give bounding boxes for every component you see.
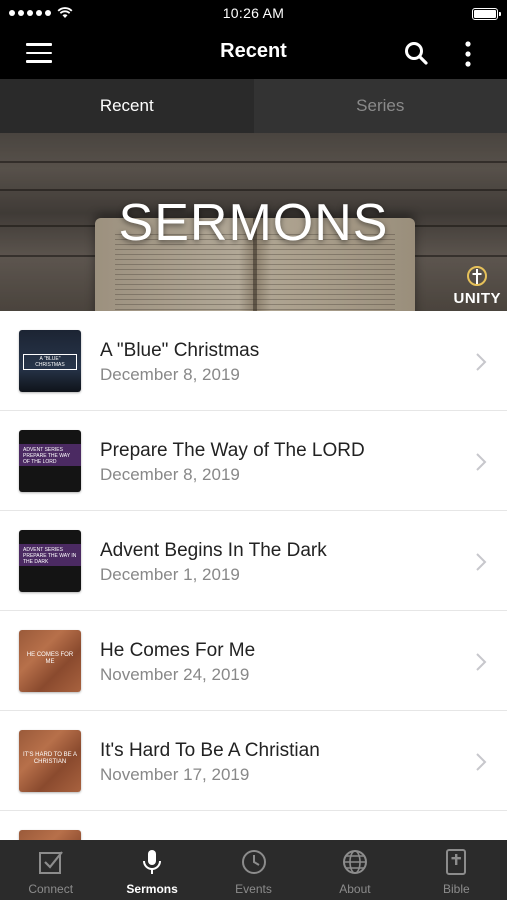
sermon-thumbnail: A "BLUE" CHRISTMAS: [19, 330, 81, 392]
thumbnail-text: HE COMES FOR ME: [26, 652, 74, 665]
sermon-date: November 24, 2019: [100, 665, 250, 684]
checkbox-icon: [38, 851, 63, 874]
sermon-title: It's Hard To Be A Christian: [100, 740, 320, 761]
sermon-thumbnail: ADVENT SERIES PREPARE THE WAY IN THE DAR…: [19, 530, 81, 592]
search-icon[interactable]: [403, 40, 429, 66]
list-item[interactable]: HE COMES FOR ME He Comes For Me November…: [0, 611, 507, 711]
cross-logo-icon: [467, 266, 488, 286]
nav-bar: Recent: [0, 27, 507, 79]
sermon-thumbnail: [19, 830, 81, 840]
clock-icon: [241, 850, 266, 874]
list-item[interactable]: [0, 811, 507, 840]
sermon-date: December 8, 2019: [100, 365, 240, 384]
tab-recent[interactable]: Recent: [0, 79, 254, 133]
tab-sermons-label: Sermons: [126, 882, 178, 896]
thumbnail-text: ADVENT SERIES PREPARE THE WAY OF THE LOR…: [23, 447, 70, 465]
list-item[interactable]: A "BLUE" CHRISTMAS A "Blue" Christmas De…: [0, 311, 507, 411]
chevron-right-icon: [476, 353, 487, 371]
tab-bible[interactable]: Bible: [406, 840, 507, 900]
more-vertical-icon[interactable]: [459, 40, 477, 68]
sermon-date: November 17, 2019: [100, 765, 250, 784]
tab-connect-label: Connect: [28, 882, 74, 896]
segment-tabs: Recent Series: [0, 79, 507, 133]
tab-about-label: About: [339, 882, 371, 896]
tab-connect[interactable]: Connect: [0, 840, 101, 900]
sermon-thumbnail: IT'S HARD TO BE A CHRISTIAN: [19, 730, 81, 792]
banner-title: SERMONS: [118, 194, 389, 252]
sermon-date: December 1, 2019: [100, 565, 240, 584]
chevron-right-icon: [476, 553, 487, 571]
sermon-title: Advent Begins In The Dark: [100, 540, 327, 561]
unity-logo-text: UNITY: [453, 290, 501, 307]
battery-icon: [472, 8, 501, 20]
sermon-thumbnail: HE COMES FOR ME: [19, 630, 81, 692]
tab-sermons[interactable]: Sermons: [101, 840, 202, 900]
unity-logo: UNITY: [454, 265, 502, 307]
tab-series[interactable]: Series: [253, 79, 507, 133]
sermon-thumbnail: ADVENT SERIES PREPARE THE WAY OF THE LOR…: [19, 430, 81, 492]
sermon-title: He Comes For Me: [100, 640, 256, 661]
thumbnail-text: A "BLUE" CHRISTMAS: [23, 354, 77, 370]
tab-about[interactable]: About: [304, 840, 405, 900]
sermons-banner: SERMONS UNITY: [0, 133, 507, 311]
list-item[interactable]: ADVENT SERIES PREPARE THE WAY OF THE LOR…: [0, 411, 507, 511]
sermon-title: A "Blue" Christmas: [100, 340, 260, 361]
sermon-title: Prepare The Way of The LORD: [100, 440, 365, 461]
list-item[interactable]: IT'S HARD TO BE A CHRISTIAN It's Hard To…: [0, 711, 507, 811]
thumbnail-text: IT'S HARD TO BE A CHRISTIAN: [23, 752, 77, 765]
tab-events[interactable]: Events: [203, 840, 304, 900]
thumbnail-text: ADVENT SERIES PREPARE THE WAY IN THE DAR…: [23, 547, 77, 565]
tab-events-label: Events: [235, 882, 272, 896]
sermon-list: A "BLUE" CHRISTMAS A "Blue" Christmas De…: [0, 311, 507, 840]
chevron-right-icon: [476, 453, 487, 471]
bottom-tab-bar: Connect Sermons Events About Bible: [0, 840, 507, 900]
chevron-right-icon: [476, 753, 487, 771]
tab-bible-label: Bible: [442, 882, 470, 896]
status-time: 10:26 AM: [222, 5, 285, 21]
list-item[interactable]: ADVENT SERIES PREPARE THE WAY IN THE DAR…: [0, 511, 507, 611]
microphone-icon: [143, 850, 162, 874]
sermon-date: December 8, 2019: [100, 465, 240, 484]
bible-icon: [446, 849, 467, 875]
chevron-right-icon: [476, 653, 487, 671]
status-bar: 10:26 AM: [0, 0, 507, 27]
globe-icon: [342, 850, 367, 874]
page-title: Recent: [220, 40, 287, 62]
